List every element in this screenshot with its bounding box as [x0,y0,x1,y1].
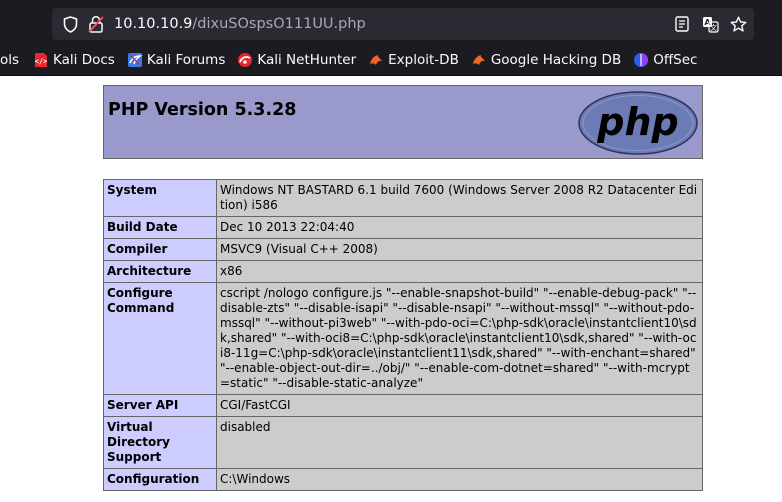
table-row: Build Date Dec 10 2013 22:04:40 [103,216,703,239]
row-key: Configure Command [103,282,217,395]
table-row: Architecture x86 [103,260,703,283]
bookmark-label: Kali NetHunter [257,52,357,68]
table-row: Configuration C:\Windows [103,468,703,491]
page-title: PHP Version 5.3.28 [108,100,297,120]
table-row: Configure Command cscript /nologo configu… [103,282,703,395]
table-row: Virtual Directory Support disabled [103,416,703,469]
address-bar[interactable]: 10.10.10.9/dixuSOspsO111UU.php A文 [52,8,754,40]
bookmark-google-hacking-db[interactable]: Google Hacking DB [471,45,633,75]
bookmark-label: ols [0,52,20,68]
bookmark-kali-nethunter[interactable]: Kali NetHunter [237,45,368,75]
page-content: PHP Version 5.3.28 php System Windows NT … [0,77,782,502]
svg-text:文: 文 [710,23,717,32]
kali-nethunter-icon [237,52,253,68]
row-value: x86 [216,260,703,283]
browser-toolbar: 10.10.10.9/dixuSOspsO111UU.php A文 [0,0,782,45]
kali-docs-icon: </> [33,52,49,68]
row-value: C:\Windows [216,468,703,491]
bookmark-label: Exploit-DB [388,52,459,68]
kali-forums-icon [127,52,143,68]
translate-icon[interactable]: A文 [700,8,720,40]
table-row: Server API CGI/FastCGI [103,394,703,417]
row-key: Compiler [103,238,217,261]
row-value: CGI/FastCGI [216,394,703,417]
bookmark-kali-forums[interactable]: Kali Forums [127,45,238,75]
google-hacking-db-icon [471,52,487,68]
bookmark-label: Google Hacking DB [490,52,622,68]
row-key: Server API [103,394,217,417]
reader-view-icon[interactable] [672,8,692,40]
bookmark-offsec[interactable]: OffSec [633,45,709,75]
row-key: Configuration [103,468,217,491]
row-key: Virtual Directory Support [103,416,217,469]
row-value: disabled [216,416,703,469]
bookmark-star-icon[interactable] [728,8,748,40]
url-text[interactable]: 10.10.10.9/dixuSOspsO111UU.php [114,8,366,40]
offsec-icon [633,52,649,68]
table-row: System Windows NT BASTARD 6.1 build 7600 … [103,179,703,217]
php-logo-text: php [596,100,678,144]
php-info-table: System Windows NT BASTARD 6.1 build 7600 … [103,179,703,491]
bookmark-label: Kali Docs [53,52,115,68]
bookmark-label: OffSec [653,52,698,68]
row-value: Windows NT BASTARD 6.1 build 7600 (Windo… [216,179,703,217]
row-value: Dec 10 2013 22:04:40 [216,216,703,239]
table-row: Compiler MSVC9 (Visual C++ 2008) [103,238,703,261]
shield-icon[interactable] [60,8,80,40]
bookmark-exploit-db[interactable]: Exploit-DB [368,45,471,75]
php-version-header: PHP Version 5.3.28 php [103,85,703,159]
insecure-lock-icon[interactable] [86,8,106,40]
bookmark-kali-docs[interactable]: </> Kali Docs [33,45,127,75]
php-logo-icon[interactable]: php [578,91,698,159]
exploit-db-icon [368,52,384,68]
svg-text:</>: </> [35,58,48,66]
bookmarks-toolbar: ols </> Kali Docs Kali Forums Kali NetHu… [0,45,782,76]
row-value: cscript /nologo configure.js "--enable-s… [216,282,703,395]
row-key: Build Date [103,216,217,239]
row-value: MSVC9 (Visual C++ 2008) [216,238,703,261]
bookmark-tools[interactable]: ols [0,45,33,75]
row-key: System [103,179,217,217]
url-host: 10.10.10.9 [114,16,193,32]
url-path: /dixuSOspsO111UU.php [192,16,366,32]
bookmark-label: Kali Forums [146,52,226,68]
row-key: Architecture [103,260,217,283]
